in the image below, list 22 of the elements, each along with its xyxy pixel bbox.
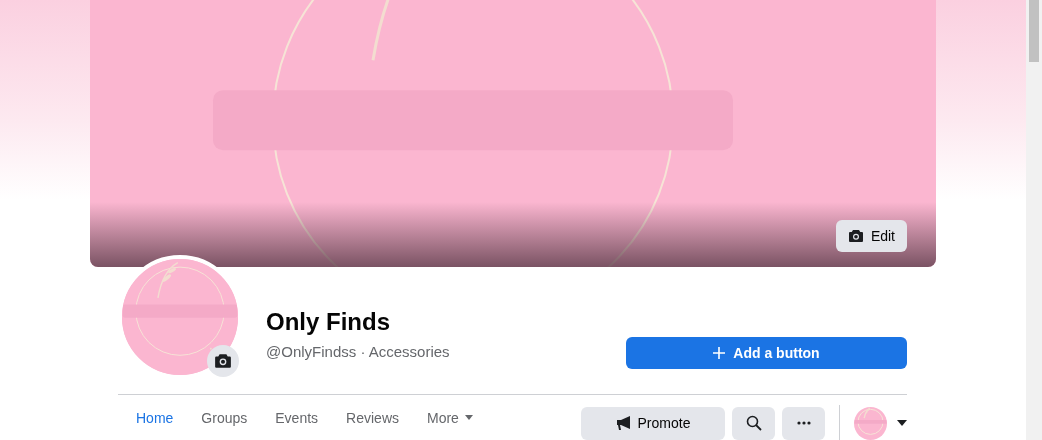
- more-icon: [796, 421, 811, 425]
- promote-button[interactable]: Promote: [581, 406, 725, 440]
- page-subtitle: @OnlyFindss · Accessories: [266, 343, 451, 360]
- plus-icon: [713, 347, 726, 359]
- search-button[interactable]: [732, 406, 775, 440]
- nav-tab[interactable]: More: [413, 395, 487, 440]
- page-name: Only Finds: [266, 307, 391, 337]
- add-button[interactable]: Add a button: [626, 337, 907, 369]
- megaphone-icon: [615, 416, 632, 430]
- camera-icon: [214, 352, 232, 370]
- nav-tab[interactable]: Events: [261, 395, 333, 440]
- nav-tab[interactable]: Home: [122, 395, 188, 440]
- nav-tab[interactable]: Groups: [187, 395, 262, 440]
- search-icon: [745, 415, 762, 431]
- caret-icon: [897, 420, 907, 426]
- more-button[interactable]: [782, 406, 825, 440]
- scrollbar[interactable]: [1026, 0, 1042, 440]
- camera-button[interactable]: [207, 345, 239, 377]
- account-switcher[interactable]: [854, 406, 907, 440]
- scrollbar-thumb[interactable]: [1029, 0, 1039, 62]
- caret-icon: [464, 415, 473, 420]
- nav-tab[interactable]: Reviews: [332, 395, 413, 440]
